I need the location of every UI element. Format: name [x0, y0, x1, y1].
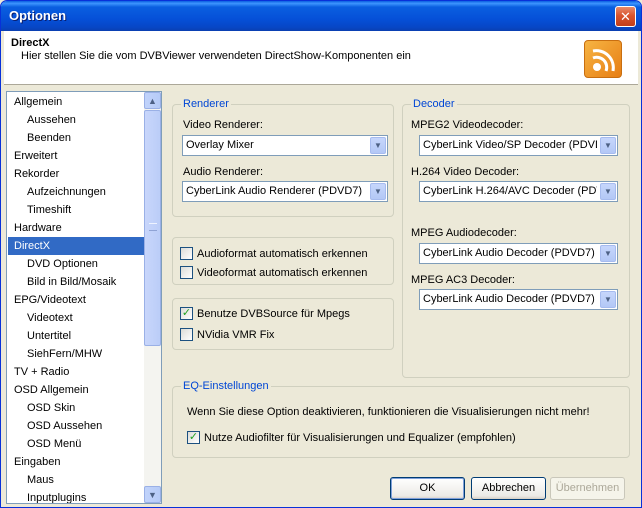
tree-item-aufzeichnungen[interactable]: Aufzeichnungen	[8, 183, 146, 201]
decoder-group-label: Decoder	[411, 98, 457, 110]
dvbsource-checkbox[interactable]: ✓ Benutze DVBSource für Mpegs	[180, 306, 350, 321]
ac3-decoder-select[interactable]: CyberLink Audio Decoder (PDVD7) ▼	[419, 289, 618, 310]
tree-item-epg-videotext[interactable]: EPG/Videotext	[8, 291, 146, 309]
chevron-down-icon[interactable]: ▼	[370, 183, 386, 200]
tree-item-rekorder[interactable]: Rekorder	[8, 165, 146, 183]
eq-warning-text: Wenn Sie diese Option deaktivieren, funk…	[187, 406, 590, 418]
nvidia-vmr-label: NVidia VMR Fix	[197, 328, 275, 341]
chevron-down-icon[interactable]: ▼	[370, 137, 386, 154]
tree-item-timeshift[interactable]: Timeshift	[8, 201, 146, 219]
eq-settings-group: EQ-Einstellungen Wenn Sie diese Option d…	[172, 380, 630, 458]
scroll-thumb[interactable]	[144, 110, 161, 346]
dvbviewer-logo-icon	[584, 40, 622, 78]
audio-renderer-label: Audio Renderer:	[183, 166, 264, 178]
tree-item-siehfern-mhw[interactable]: SiehFern/MHW	[8, 345, 146, 363]
mpeg2-decoder-label: MPEG2 Videodecoder:	[411, 119, 524, 131]
nvidia-vmr-checkbox[interactable]: NVidia VMR Fix	[180, 327, 274, 342]
check-icon[interactable]: ✓	[180, 307, 193, 320]
tree-item-dvd-optionen[interactable]: DVD Optionen	[8, 255, 146, 273]
checkbox-box[interactable]	[180, 247, 193, 260]
tree-item-osd-allgemein[interactable]: OSD Allgemein	[8, 381, 146, 399]
tree-item-erweitert[interactable]: Erweitert	[8, 147, 146, 165]
grip-icon	[149, 223, 157, 231]
check-icon[interactable]: ✓	[187, 431, 200, 444]
decoder-group: Decoder MPEG2 Videodecoder: CyberLink Vi…	[402, 98, 630, 378]
tree-scrollbar[interactable]: ▲ ▼	[144, 92, 161, 503]
tree-item-untertitel[interactable]: Untertitel	[8, 327, 146, 345]
h264-decoder-value: CyberLink H.264/AVC Decoder (PDVD	[423, 185, 597, 197]
tree-item-inputplugins[interactable]: Inputplugins	[8, 489, 146, 503]
checkbox-box[interactable]	[180, 266, 193, 279]
chevron-down-icon[interactable]: ▼	[600, 245, 616, 262]
page-header: DirectX Hier stellen Sie die vom DVBView…	[4, 31, 638, 85]
chevron-down-icon[interactable]: ▼	[600, 183, 616, 200]
tree-item-directx[interactable]: DirectX	[8, 237, 146, 255]
chevron-down-icon[interactable]: ▼	[600, 137, 616, 154]
tree-item-tv-radio[interactable]: TV + Radio	[8, 363, 146, 381]
category-tree: Allgemein Aussehen Beenden Erweitert Rek…	[6, 91, 162, 504]
close-icon: ✕	[620, 8, 631, 24]
video-renderer-value: Overlay Mixer	[186, 139, 254, 151]
mpeg2-decoder-select[interactable]: CyberLink Video/SP Decoder (PDVD7) ▼	[419, 135, 618, 156]
ok-button[interactable]: OK	[390, 477, 465, 500]
video-renderer-select[interactable]: Overlay Mixer ▼	[182, 135, 388, 156]
format-detection-group: Audioformat automatisch erkennen Videofo…	[172, 237, 394, 285]
tree-item-osd-menu[interactable]: OSD Menü	[8, 435, 146, 453]
page-title: DirectX	[11, 37, 50, 49]
renderer-group-label: Renderer	[181, 98, 231, 110]
auto-video-label: Videoformat automatisch erkennen	[197, 266, 368, 279]
tree-item-bild-in-bild[interactable]: Bild in Bild/Mosaik	[8, 273, 146, 291]
chevron-down-icon[interactable]: ▼	[600, 291, 616, 308]
mpeg-audio-decoder-label: MPEG Audiodecoder:	[411, 227, 517, 239]
tree-item-osd-skin[interactable]: OSD Skin	[8, 399, 146, 417]
h264-decoder-label: H.264 Video Decoder:	[411, 166, 520, 178]
h264-decoder-select[interactable]: CyberLink H.264/AVC Decoder (PDVD ▼	[419, 181, 618, 202]
scroll-down-button[interactable]: ▼	[144, 486, 161, 503]
scroll-up-button[interactable]: ▲	[144, 92, 161, 109]
tree-item-eingaben[interactable]: Eingaben	[8, 453, 146, 471]
auto-audio-checkbox[interactable]: Audioformat automatisch erkennen	[180, 246, 368, 261]
audio-renderer-select[interactable]: CyberLink Audio Renderer (PDVD7) ▼	[182, 181, 388, 202]
mpeg2-decoder-value: CyberLink Video/SP Decoder (PDVD7)	[423, 139, 597, 151]
audiofilter-label: Nutze Audiofilter für Visualisierungen u…	[204, 431, 516, 444]
cancel-button[interactable]: Abbrechen	[471, 477, 546, 500]
options-window: Optionen ✕ DirectX Hier stellen Sie die …	[0, 0, 642, 508]
ac3-decoder-value: CyberLink Audio Decoder (PDVD7)	[423, 293, 595, 305]
tree-item-maus[interactable]: Maus	[8, 471, 146, 489]
eq-group-label: EQ-Einstellungen	[181, 380, 271, 392]
mpeg-audio-decoder-value: CyberLink Audio Decoder (PDVD7)	[423, 247, 595, 259]
arrow-down-icon: ▼	[148, 489, 157, 500]
close-button[interactable]: ✕	[615, 6, 636, 27]
window-title: Optionen	[9, 8, 67, 23]
tree-item-allgemein[interactable]: Allgemein	[8, 93, 146, 111]
ac3-decoder-label: MPEG AC3 Decoder:	[411, 274, 515, 286]
title-bar[interactable]: Optionen ✕	[1, 1, 641, 31]
misc-options-group: ✓ Benutze DVBSource für Mpegs NVidia VMR…	[172, 298, 394, 350]
mpeg-audio-decoder-select[interactable]: CyberLink Audio Decoder (PDVD7) ▼	[419, 243, 618, 264]
category-list: Allgemein Aussehen Beenden Erweitert Rek…	[8, 93, 146, 503]
checkbox-box[interactable]	[180, 328, 193, 341]
apply-button[interactable]: Übernehmen	[550, 477, 625, 500]
renderer-group: Renderer Video Renderer: Overlay Mixer ▼…	[172, 98, 394, 217]
tree-item-beenden[interactable]: Beenden	[8, 129, 146, 147]
audio-renderer-value: CyberLink Audio Renderer (PDVD7)	[186, 185, 363, 197]
arrow-up-icon: ▲	[148, 95, 157, 106]
page-description: Hier stellen Sie die vom DVBViewer verwe…	[21, 50, 411, 62]
audiofilter-checkbox[interactable]: ✓ Nutze Audiofilter für Visualisierungen…	[187, 430, 516, 445]
auto-audio-label: Audioformat automatisch erkennen	[197, 247, 368, 260]
tree-item-hardware[interactable]: Hardware	[8, 219, 146, 237]
tree-item-videotext[interactable]: Videotext	[8, 309, 146, 327]
tree-item-aussehen[interactable]: Aussehen	[8, 111, 146, 129]
tree-item-osd-aussehen[interactable]: OSD Aussehen	[8, 417, 146, 435]
auto-video-checkbox[interactable]: Videoformat automatisch erkennen	[180, 265, 367, 280]
dvbsource-label: Benutze DVBSource für Mpegs	[197, 307, 350, 320]
video-renderer-label: Video Renderer:	[183, 119, 263, 131]
